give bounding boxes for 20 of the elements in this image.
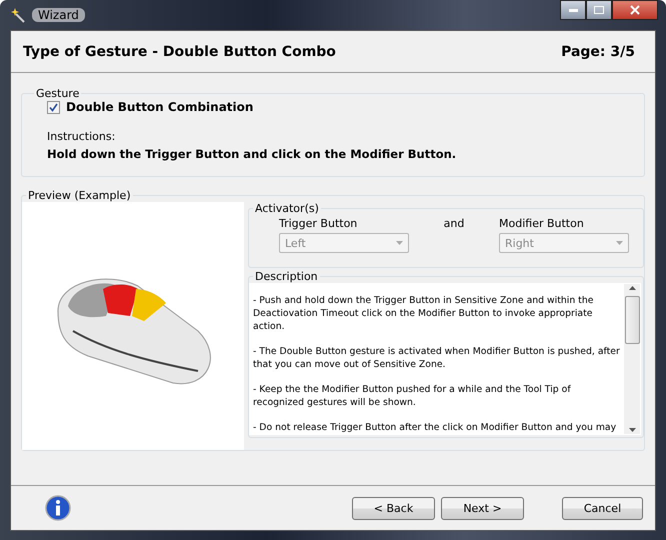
instructions-text: Hold down the Trigger Button and click on the Modifier Button.	[47, 147, 456, 161]
description-paragraph: - Push and hold down the Trigger Button in Sensitive Zone and within the Deactiovation Timeout click on the Modifier Button to invoke appropriate action.	[253, 294, 594, 333]
checkbox-label: Double Button Combination	[66, 100, 254, 114]
description-paragraph: - Do not release Trigger Button after the click on Modifier Button and you may	[253, 421, 618, 434]
window-title: Wizard	[32, 8, 85, 22]
select-label: Modifier Button	[499, 217, 585, 230]
select-label: Trigger Button	[279, 217, 358, 230]
nav-button[interactable]: < Back	[352, 496, 435, 520]
joiner-text: and	[442, 217, 466, 230]
group-label: Description	[254, 270, 319, 283]
group-label: Gesture	[35, 87, 80, 100]
page-heading: Type of Gesture - Double Button Combo	[23, 44, 336, 60]
nav-button[interactable]: Next >	[441, 496, 524, 520]
description-paragraph: - The Double Button gesture is activated when Modifier Button is pushed, after that you can move out of Sensitive Zone.	[253, 345, 620, 371]
description-paragraph: - Keep the the Modifier Button pushed for a while and the Tool Tip of recognized gestures will be shown.	[253, 383, 572, 409]
page-counter: Page: 3/5	[561, 44, 635, 60]
instructions-label: Instructions:	[47, 130, 116, 143]
cancel-button[interactable]: Cancel	[562, 496, 643, 520]
group-label: Preview (Example)	[27, 189, 132, 202]
group-label: Activator(s)	[254, 202, 320, 215]
